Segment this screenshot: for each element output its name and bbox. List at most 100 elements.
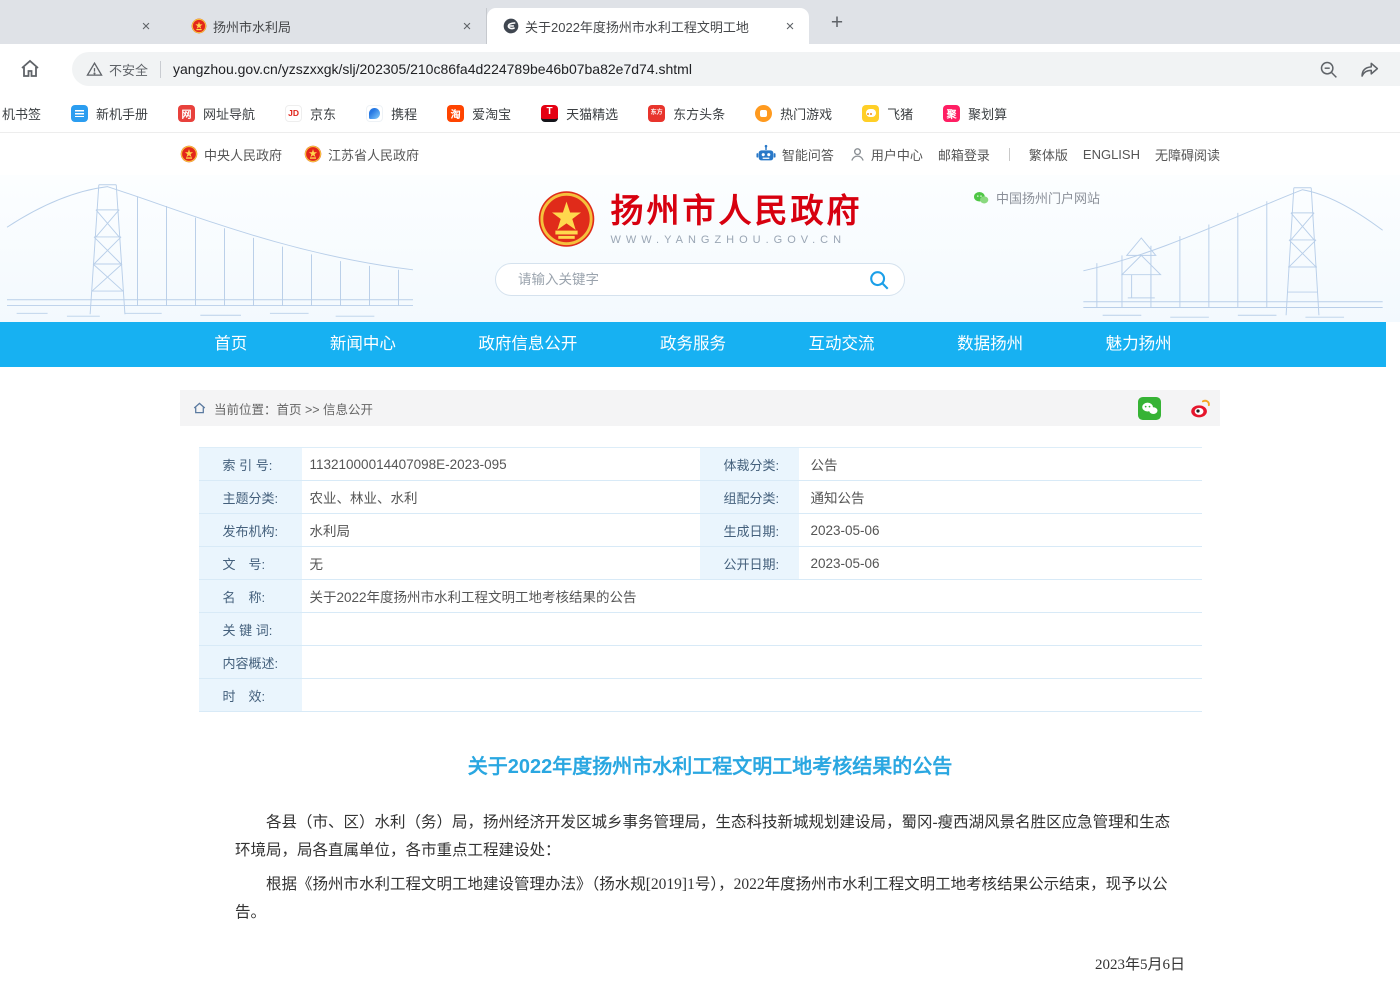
site-name: 扬州市人民政府: [611, 193, 863, 229]
meta-value: 2023-05-06: [799, 547, 1202, 579]
weibo-share-icon[interactable]: [1189, 397, 1212, 420]
share-icon[interactable]: [1359, 59, 1380, 80]
bookmark-item[interactable]: 网 网址导航: [178, 104, 255, 123]
nav-item-info-disclosure[interactable]: 政府信息公开: [478, 322, 577, 367]
main-nav: 首页 新闻中心 政府信息公开 政务服务 互动交流 数据扬州 魅力扬州: [0, 322, 1386, 367]
article-date: 2023年5月6日: [235, 953, 1185, 974]
bookmark-label: 京东: [310, 104, 336, 123]
search-icon: [868, 269, 890, 291]
juhuasuan-icon: 聚: [943, 105, 960, 122]
table-row: 主题分类: 农业、林业、水利 组配分类: 通知公告: [199, 481, 1202, 514]
nav-item-services[interactable]: 政务服务: [660, 322, 726, 367]
breadcrumb[interactable]: 当前位置：首页 >> 信息公开: [214, 399, 373, 418]
bookmark-item[interactable]: T 天猫精选: [541, 104, 618, 123]
site-logo[interactable]: 扬州市人民政府 WWW.YANGZHOU.GOV.CN: [538, 189, 863, 249]
tab-announcement-active[interactable]: 关于2022年度扬州市水利工程文明工地: [487, 8, 809, 44]
article-title: 关于2022年度扬州市水利工程文明工地考核结果的公告: [235, 750, 1185, 779]
article-body: 关于2022年度扬州市水利工程文明工地考核结果的公告 各县（市、区）水利（务）局…: [180, 750, 1220, 997]
accessibility-link[interactable]: 无障碍阅读: [1155, 145, 1220, 164]
browser-tab-strip: 扬州市水利局 关于2022年度扬州市水利工程文明工地: [0, 0, 1400, 44]
robot-icon: [755, 143, 777, 165]
bookmark-item[interactable]: 机书签: [2, 104, 41, 123]
site-banner: 扬州市人民政府 WWW.YANGZHOU.GOV.CN 中国扬州门户网站: [0, 175, 1400, 322]
user-center-link[interactable]: 用户中心: [849, 145, 923, 164]
tab-partial[interactable]: [0, 8, 165, 44]
meta-value: [302, 613, 1202, 645]
national-emblem-icon: [191, 18, 207, 34]
smart-qa-link[interactable]: 智能问答: [755, 143, 834, 165]
table-row: 文 号: 无 公开日期: 2023-05-06: [199, 547, 1202, 580]
bookmark-label: 天猫精选: [566, 104, 618, 123]
document-meta-table: 索 引 号: 11321000014407098E-2023-095 体裁分类:…: [199, 447, 1202, 712]
meta-value: 水利局: [302, 514, 700, 546]
meta-value: [302, 646, 1202, 678]
util-label: 智能问答: [782, 145, 834, 164]
national-emblem-icon: [538, 189, 596, 249]
table-row: 名 称: 关于2022年度扬州市水利工程文明工地考核结果的公告: [199, 580, 1202, 613]
meta-label: 索 引 号:: [199, 448, 302, 480]
tab-close-icon[interactable]: [458, 17, 476, 35]
bookmark-item[interactable]: 飞猪: [862, 104, 913, 123]
nav-item-interaction[interactable]: 互动交流: [809, 322, 875, 367]
divider: [1009, 148, 1010, 161]
nav-item-data[interactable]: 数据扬州: [957, 322, 1023, 367]
bookmark-item[interactable]: JD 京东: [285, 104, 336, 123]
breadcrumb-bar: 当前位置：首页 >> 信息公开: [180, 390, 1220, 426]
nav-item-home[interactable]: 首页: [214, 322, 247, 367]
bookmark-item[interactable]: 淘 爱淘宝: [447, 104, 511, 123]
util-label: 无障碍阅读: [1155, 145, 1220, 164]
ctrip-icon: [366, 105, 383, 122]
util-label: 用户中心: [871, 145, 923, 164]
link-jiangsu-gov[interactable]: 江苏省人民政府: [304, 145, 419, 164]
bookmark-item[interactable]: 新机手册: [71, 104, 148, 123]
portal-label: 中国扬州门户网站: [996, 188, 1100, 207]
meta-label: 主题分类:: [199, 481, 302, 513]
english-version-link[interactable]: ENGLISH: [1083, 147, 1140, 162]
search-input[interactable]: [516, 271, 868, 288]
article-paragraph: 根据《扬州市水利工程文明工地建设管理办法》（扬水规[2019]1号），2022年…: [235, 871, 1185, 927]
bookmark-label: 携程: [391, 104, 417, 123]
fliggy-icon: [862, 105, 879, 122]
bookmark-item[interactable]: 热门游戏: [755, 104, 832, 123]
table-row: 内容概述:: [199, 646, 1202, 679]
tab-shuiliju[interactable]: 扬州市水利局: [165, 8, 487, 44]
taobao-icon: 淘: [447, 105, 464, 122]
traditional-version-link[interactable]: 繁体版: [1029, 145, 1068, 164]
zoom-out-icon[interactable]: [1318, 59, 1339, 80]
security-label[interactable]: 不安全: [109, 60, 148, 79]
wechat-share-icon[interactable]: [1138, 397, 1161, 420]
link-label: 江苏省人民政府: [328, 145, 419, 164]
util-label: ENGLISH: [1083, 147, 1140, 162]
link-central-gov[interactable]: 中央人民政府: [180, 145, 282, 164]
portal-link[interactable]: 中国扬州门户网站: [973, 188, 1100, 207]
bookmark-label: 东方头条: [673, 104, 725, 123]
home-icon[interactable]: [18, 57, 42, 81]
tab-close-icon[interactable]: [137, 17, 155, 35]
url-text[interactable]: yangzhou.gov.cn/yzszxxgk/slj/202305/210c…: [173, 61, 1318, 77]
tab-title: 扬州市水利局: [213, 17, 452, 36]
gov-utility-bar: 中央人民政府 江苏省人民政府: [0, 133, 1400, 175]
site-url: WWW.YANGZHOU.GOV.CN: [611, 234, 863, 246]
meta-label: 名 称:: [199, 580, 302, 612]
bookmark-item[interactable]: 携程: [366, 104, 417, 123]
banner-bridge-art-left: [0, 177, 420, 322]
banner-bridge-art-right: [1078, 182, 1388, 322]
search-button[interactable]: [868, 268, 892, 292]
address-bar[interactable]: 不安全 yangzhou.gov.cn/yzszxxgk/slj/202305/…: [72, 52, 1400, 86]
tab-title: 关于2022年度扬州市水利工程文明工地: [525, 17, 775, 36]
nav-item-charm[interactable]: 魅力扬州: [1106, 322, 1172, 367]
meta-value: 通知公告: [799, 481, 1202, 513]
new-tab-button[interactable]: [823, 9, 851, 37]
mail-login-link[interactable]: 邮箱登录: [938, 145, 990, 164]
tab-close-icon[interactable]: [781, 17, 799, 35]
bookmark-item[interactable]: 聚 聚划算: [943, 104, 1007, 123]
bookmark-item[interactable]: 东方 东方头条: [648, 104, 725, 123]
national-emblem-icon: [304, 145, 322, 163]
bookmark-label: 飞猪: [887, 104, 913, 123]
meta-value: 关于2022年度扬州市水利工程文明工地考核结果的公告: [302, 580, 1202, 612]
table-row: 发布机构: 水利局 生成日期: 2023-05-06: [199, 514, 1202, 547]
meta-label: 时 效:: [199, 679, 302, 711]
national-emblem-icon: [180, 145, 198, 163]
nav-item-news[interactable]: 新闻中心: [330, 322, 396, 367]
bookmark-label: 聚划算: [968, 104, 1007, 123]
